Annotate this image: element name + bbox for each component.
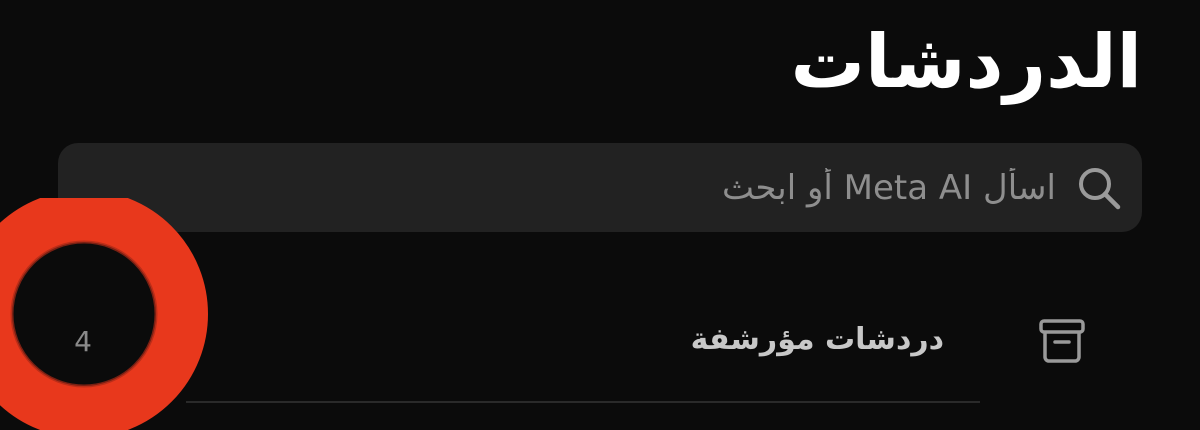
archived-count-badge: 4 [74, 325, 92, 358]
archive-box-icon [1038, 318, 1086, 364]
page-title: الدردشات [790, 19, 1142, 105]
chats-screen: الدردشات دردشات مؤرشفة 4 [0, 0, 1200, 430]
archived-chats-row[interactable]: دردشات مؤرشفة 4 [0, 270, 1200, 402]
search-icon [1076, 165, 1122, 211]
archived-chats-label: دردشات مؤرشفة [690, 322, 944, 357]
search-input[interactable] [78, 143, 1056, 232]
list-divider [186, 401, 980, 403]
search-bar[interactable] [58, 143, 1142, 232]
